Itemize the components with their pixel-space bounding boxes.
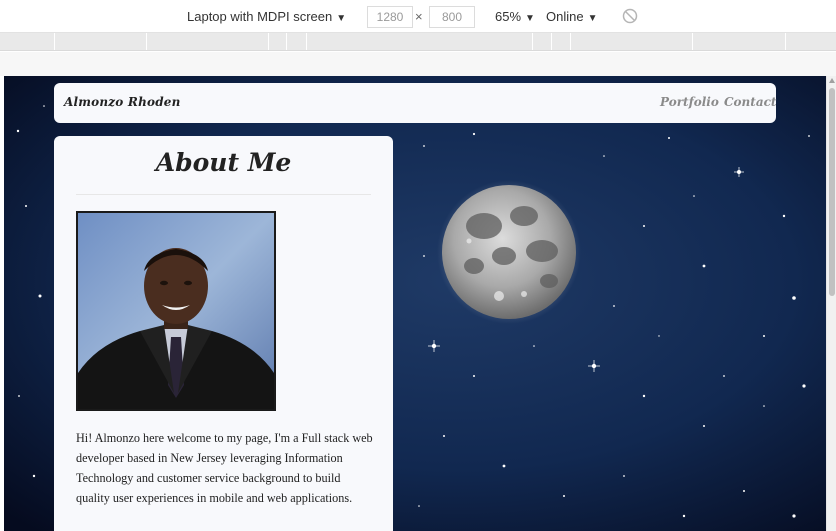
scrollbar[interactable]: [826, 76, 836, 531]
chevron-down-icon: ▼: [587, 13, 598, 24]
ruler-tick: [692, 33, 693, 50]
network-select[interactable]: Online ▼: [546, 9, 597, 24]
ruler-tick: [286, 33, 287, 50]
device-select[interactable]: Laptop with MDPI screen ▼: [187, 9, 346, 24]
chevron-down-icon: ▼: [336, 13, 347, 24]
portrait-image: [78, 213, 274, 409]
chevron-down-icon: ▼: [525, 13, 535, 24]
height-input[interactable]: 800: [429, 6, 475, 28]
ruler-tick: [532, 33, 533, 50]
rotate-icon[interactable]: [622, 8, 638, 24]
viewport-gutter: [0, 52, 836, 76]
profile-photo: [76, 211, 276, 411]
nav-link-contact[interactable]: Contact: [724, 95, 776, 109]
network-label: Online: [546, 9, 584, 24]
ruler-tick: [551, 33, 552, 50]
zoom-select[interactable]: 65% ▼: [495, 9, 535, 24]
zoom-label: 65%: [495, 9, 522, 24]
times-icon: ×: [415, 9, 423, 24]
site-navbar: Almonzo Rhoden Portfolio Contact: [54, 83, 776, 123]
ruler-tick: [268, 33, 269, 50]
nav-link-portfolio[interactable]: Portfolio: [660, 95, 719, 109]
about-title: About Me: [155, 148, 292, 177]
bio-paragraph: Hi! Almonzo here welcome to my page, I'm…: [76, 431, 373, 505]
device-toolbar: Laptop with MDPI screen ▼ 1280 × 800 65% ▼…: [0, 0, 836, 33]
ruler-tick: [570, 33, 571, 50]
width-input[interactable]: 1280: [367, 6, 413, 28]
device-label: Laptop with MDPI screen: [187, 9, 333, 24]
brand-logo[interactable]: Almonzo Rhoden: [64, 95, 181, 109]
ruler-tick: [306, 33, 307, 50]
ruler-tick: [146, 33, 147, 50]
media-query-ruler[interactable]: [0, 33, 836, 51]
divider: [76, 194, 371, 195]
page-viewport: Almonzo Rhoden Portfolio Contact About M…: [4, 76, 826, 531]
scroll-up-arrow-icon[interactable]: [829, 78, 835, 83]
about-card: About Me Hi! Almonzo here welcome to my …: [54, 136, 393, 531]
ruler-tick: [54, 33, 55, 50]
scrollbar-thumb[interactable]: [829, 88, 835, 296]
ruler-tick: [785, 33, 786, 50]
